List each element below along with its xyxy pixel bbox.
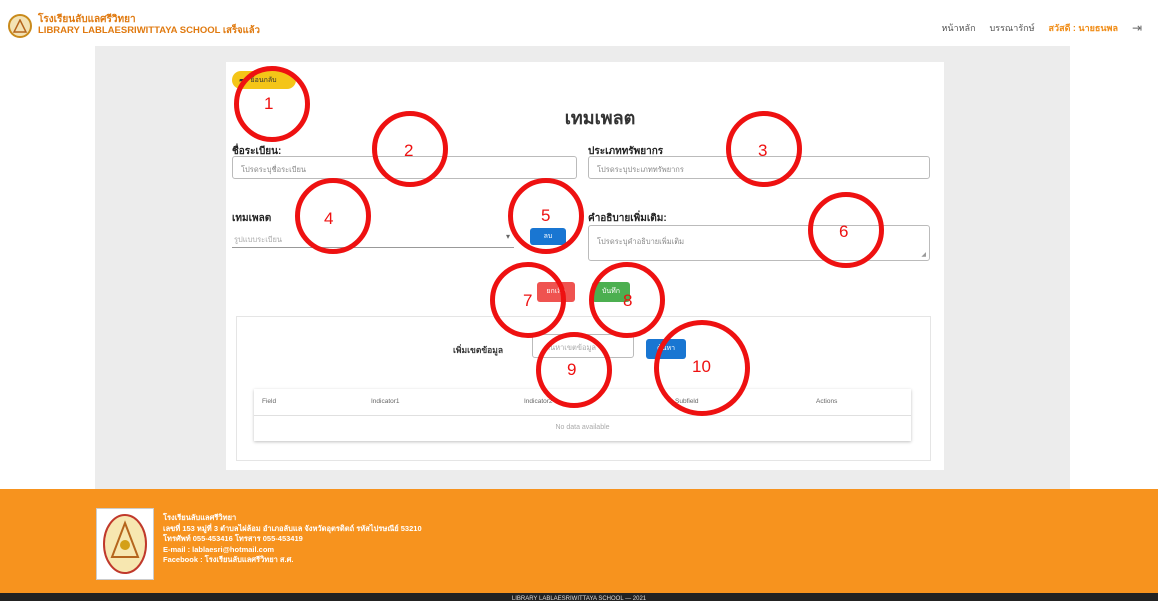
page-title: เทมเพลต [564,108,636,128]
footer-email[interactable]: E-mail : lablaesri@hotmail.com [163,545,422,556]
nav-home-link[interactable]: หน้าหลัก [941,21,975,35]
footer-school-logo-icon [96,508,154,580]
copyright-bar: LIBRARY LABLAESRIWITTAYA SCHOOL — 2021 [0,593,1158,601]
annotation-number: 1 [264,94,274,113]
nav-user-greeting[interactable]: สวัสดี : นายธนพล [1049,21,1118,35]
column-header[interactable]: Indicator2 [524,398,553,405]
brand[interactable]: โรงเรียนลับแลศรีวิทยา LIBRARY LABLAESRIW… [38,14,260,36]
column-header[interactable]: Indicator1 [371,398,400,405]
annotation-number: 6 [839,222,849,241]
column-header[interactable]: Field [262,398,276,405]
footer-phone: โทรศัพท์ 055-453416 โทรสาร 055-453419 [163,534,303,543]
footer-facebook[interactable]: Facebook : โรงเรียนลับแลศรีวิทยา ส.ศ. [163,555,422,566]
logout-icon[interactable]: ⇥ [1132,22,1144,34]
top-nav: หน้าหลัก บรรณารักษ์ สวัสดี : นายธนพล ⇥ [941,21,1144,35]
add-data-field-label: เพิ่มเขตข้อมูล [453,345,504,355]
footer-contact: โรงเรียนลับแลศรีวิทยา เลขที่ 153 หมู่ที่… [163,513,422,566]
school-name-en: LIBRARY LABLAESRIWITTAYA SCHOOL เสร็จแล้… [38,25,260,36]
resize-handle-icon[interactable]: ◢ [921,251,926,258]
school-name-th: โรงเรียนลับแลศรีวิทยา [38,14,136,25]
footer-school-name: โรงเรียนลับแลศรีวิทยา [163,513,237,522]
annotation-number: 4 [324,209,334,228]
annotation-number: 10 [692,357,711,376]
footer-address: เลขที่ 153 หมู่ที่ 3 ตำบลไผ่ล้อม อำเภอลั… [163,523,422,533]
annotation-number: 3 [758,141,768,160]
template-label: เทมเพลต [232,213,272,224]
header: โรงเรียนลับแลศรีวิทยา LIBRARY LABLAESRIW… [0,0,1158,46]
column-header[interactable]: Actions [816,398,837,405]
chevron-down-icon: ▾ [505,232,510,241]
description-label: คำอธิบายเพิ่มเติม: [588,213,667,224]
annotation-number: 5 [541,206,551,225]
template-select-value: รูปแบบระเบียน [234,235,283,244]
annotation-number: 2 [404,141,414,160]
template-select[interactable]: รูปแบบระเบียน ▾ [232,228,514,248]
annotation-number: 9 [567,360,577,379]
description-placeholder: โปรดระบุคำอธิบายเพิ่มเติม [597,237,685,246]
annotation-number: 8 [623,291,633,310]
school-logo-icon[interactable] [8,14,32,38]
no-data-message: No data available [555,424,610,431]
annotation-number: 7 [523,291,533,310]
nav-librarian-link[interactable]: บรรณารักษ์ [990,21,1035,35]
